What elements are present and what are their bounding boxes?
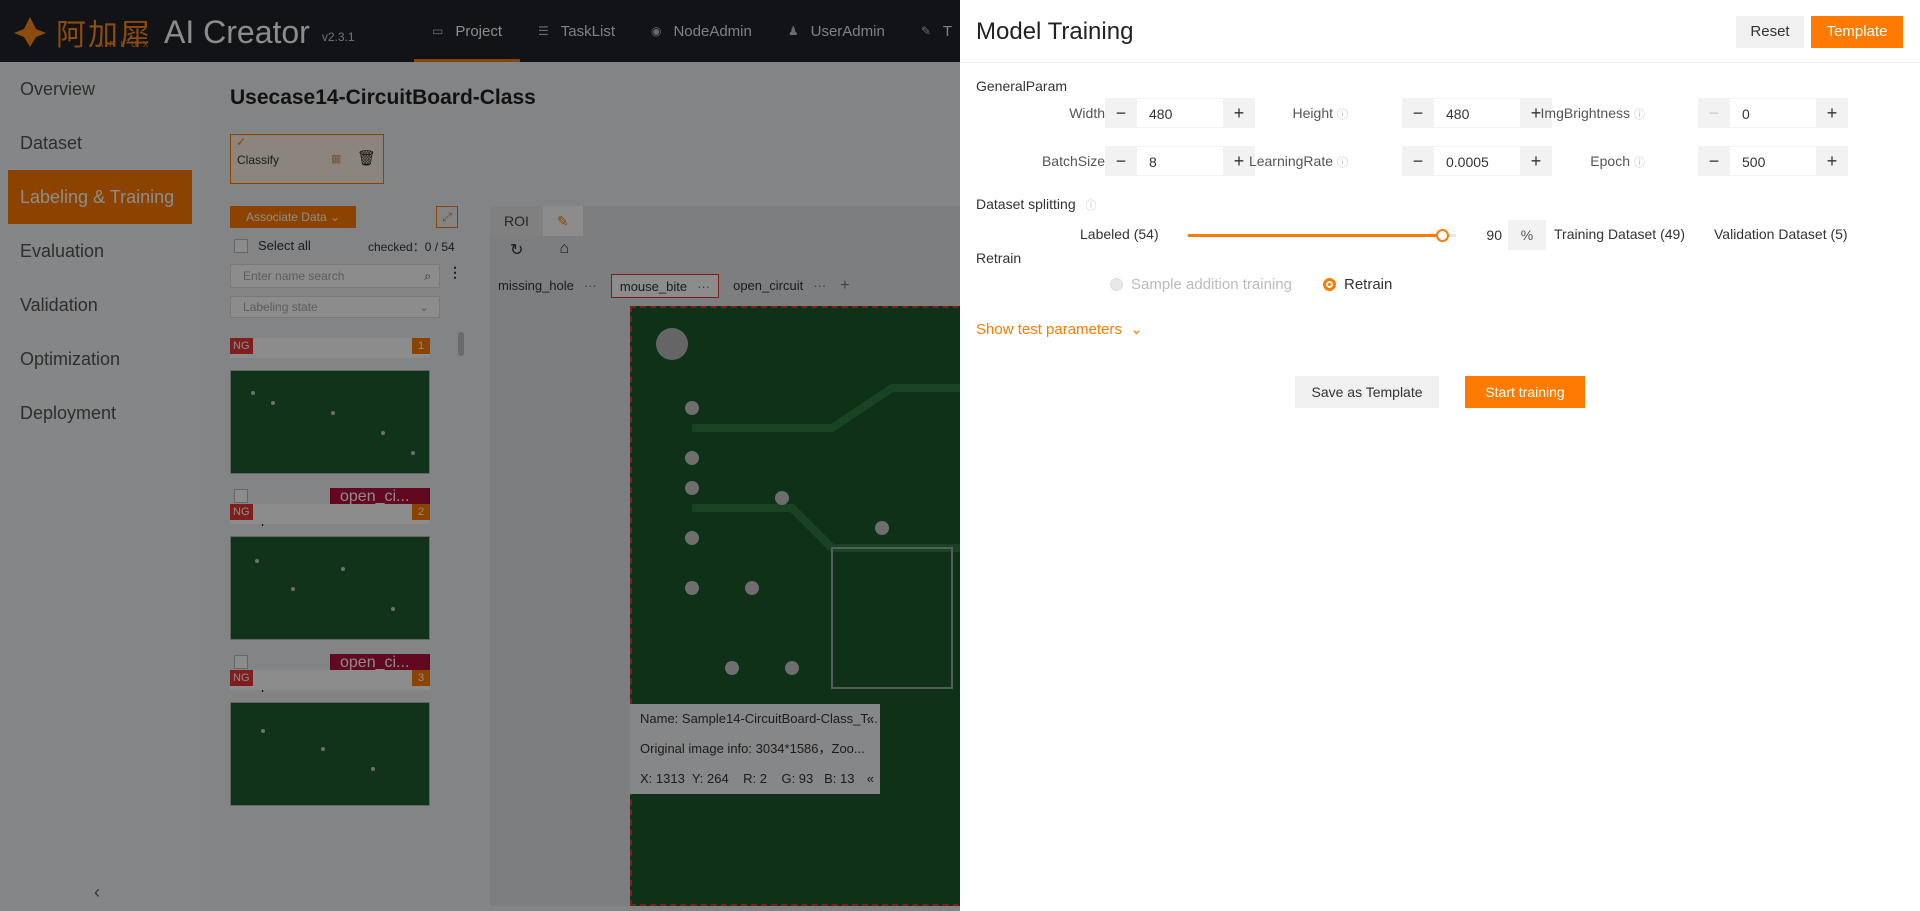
decrement-button[interactable]: − (1105, 103, 1137, 124)
param-label: LearningRate (1248, 153, 1333, 169)
split-slider-fill (1188, 234, 1442, 237)
param-label: BatchSize (1041, 153, 1105, 169)
decrement-button[interactable]: − (1402, 151, 1434, 172)
increment-button[interactable]: + (1816, 103, 1848, 124)
template-button[interactable]: Template (1811, 16, 1903, 48)
param-label: ImgBrightness (1540, 105, 1630, 121)
param-label: Height (1292, 105, 1333, 121)
dataset-splitting-heading: Dataset splitting ⓘ (976, 196, 1097, 213)
radio-dot-disabled[interactable] (1110, 278, 1123, 291)
dataset-split-control: Labeled (54) 90 % Training Dataset (49) … (1080, 220, 1920, 250)
help-icon[interactable]: ⓘ (1086, 200, 1097, 212)
help-icon[interactable]: ⓘ (1337, 109, 1348, 121)
img-brightness-value[interactable]: 0 (1730, 98, 1816, 128)
radio-label: Sample addition training (1131, 276, 1292, 293)
decrement-button[interactable]: − (1698, 151, 1730, 172)
help-icon[interactable]: ⓘ (1634, 109, 1645, 121)
show-test-label: Show test parameters (976, 321, 1122, 338)
training-dataset-count: Training Dataset (49) (1554, 226, 1685, 242)
split-percent-value[interactable]: 90 (1456, 220, 1508, 250)
height-label: Height ⓘ (1188, 105, 1348, 122)
split-slider-handle[interactable] (1435, 229, 1449, 242)
decrement-button[interactable]: − (1402, 103, 1434, 124)
general-param-heading: GeneralParam (976, 78, 1068, 94)
chevron-down-icon: ⌄ (1126, 321, 1143, 338)
save-as-template-button[interactable]: Save as Template (1295, 376, 1439, 408)
radio-label: Retrain (1344, 276, 1393, 293)
batch-size-label: BatchSizeⓘ (960, 153, 1120, 170)
labeled-count: Labeled (54) (1080, 226, 1159, 242)
img-brightness-stepper[interactable]: − 0 + (1698, 98, 1848, 128)
epoch-label: Epoch ⓘ (1485, 153, 1645, 170)
help-icon[interactable]: ⓘ (1634, 157, 1645, 169)
param-label: Epoch (1590, 153, 1630, 169)
drawer-title: Model Training (976, 18, 1134, 45)
split-percent-input[interactable]: 90 % (1456, 220, 1546, 250)
retrain-heading: Retrain (976, 250, 1022, 266)
param-label: Width (1069, 105, 1105, 121)
radio-dot-selected[interactable] (1323, 278, 1336, 291)
img-brightness-label: ImgBrightness ⓘ (1485, 105, 1645, 122)
help-icon[interactable]: ⓘ (1337, 157, 1348, 169)
radio-retrain[interactable]: Retrain (1323, 276, 1392, 293)
dataset-splitting-label: Dataset splitting (976, 196, 1076, 212)
start-training-button[interactable]: Start training (1465, 376, 1585, 408)
epoch-value[interactable]: 500 (1730, 146, 1816, 176)
epoch-stepper[interactable]: − 500 + (1698, 146, 1848, 176)
increment-button[interactable]: + (1816, 151, 1848, 172)
show-test-parameters-link[interactable]: Show test parameters ⌄ (976, 320, 1143, 338)
decrement-button[interactable]: − (1105, 151, 1137, 172)
reset-button[interactable]: Reset (1736, 16, 1804, 48)
divider (960, 62, 1920, 63)
validation-dataset-count: Validation Dataset (5) (1714, 226, 1848, 242)
learning-rate-label: LearningRate ⓘ (1188, 153, 1348, 170)
percent-unit: % (1520, 227, 1534, 243)
radio-sample-addition[interactable]: Sample addition training (1110, 276, 1292, 293)
decrement-button[interactable]: − (1698, 103, 1730, 124)
split-slider[interactable] (1188, 229, 1470, 242)
model-training-drawer: Model Training Reset Template GeneralPar… (960, 0, 1920, 911)
width-label: Widthⓘ (960, 105, 1120, 122)
